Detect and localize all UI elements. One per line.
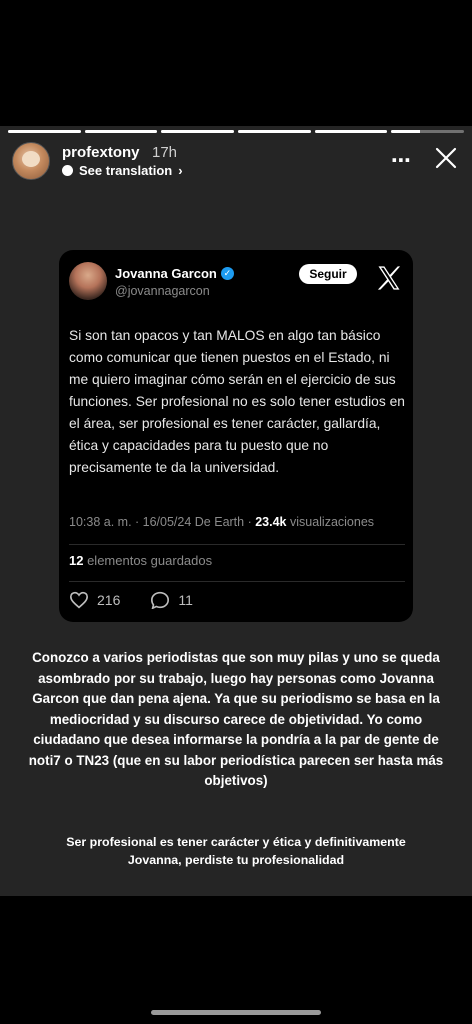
- tweet-author[interactable]: Jovanna Garcon ✓: [115, 266, 234, 281]
- tweet-text: Si son tan opacos y tan MALOS en algo ta…: [69, 328, 405, 475]
- tweet-saved-label: elementos guardados: [83, 553, 213, 568]
- username[interactable]: profextony: [62, 144, 140, 161]
- tweet-author-handle: @jovannagarcon: [115, 284, 210, 298]
- close-icon[interactable]: [434, 146, 458, 170]
- more-options-icon[interactable]: ⋯: [391, 148, 412, 173]
- x-logo-icon: [377, 266, 401, 290]
- tweet-timestamp: 10:38 a. m. · 16/05/24 De Earth ·: [69, 515, 256, 529]
- story-progress-fill: [238, 130, 311, 133]
- reply-count: 11: [178, 592, 193, 608]
- story-progress-segment: [161, 130, 235, 133]
- story-progress-segment: [84, 130, 158, 133]
- story-caption: Conozco a varios periodistas que son muy…: [28, 650, 444, 788]
- divider: [69, 544, 405, 545]
- tweet-actions: 216 11: [69, 591, 193, 609]
- reply-icon[interactable]: [150, 591, 170, 609]
- story-progress-fill: [391, 130, 421, 133]
- tweet-card[interactable]: Jovanna Garcon ✓ @jovannagarcon Seguir S…: [59, 250, 413, 622]
- globe-icon: [62, 165, 73, 176]
- avatar[interactable]: [12, 142, 50, 180]
- story-progress-segment: [8, 130, 81, 133]
- divider: [69, 581, 405, 582]
- follow-button[interactable]: Seguir: [299, 264, 357, 284]
- tweet-author-avatar[interactable]: [69, 262, 107, 300]
- tweet-author-name: Jovanna Garcon: [115, 266, 217, 281]
- story-progress-fill: [161, 130, 235, 133]
- tweet-meta: 10:38 a. m. · 16/05/24 De Earth · 23.4k …: [69, 515, 374, 529]
- story-progress-segment: [314, 130, 388, 133]
- verified-badge-icon: ✓: [220, 267, 234, 280]
- see-translation-label: See translation: [79, 163, 173, 178]
- home-indicator[interactable]: [151, 1010, 321, 1015]
- story-progress-segment: [238, 130, 311, 133]
- story-header: profextony 17h See translation › ⋯: [12, 142, 464, 182]
- post-time: 17h: [152, 144, 178, 161]
- heart-icon[interactable]: [69, 591, 89, 609]
- chevron-right-icon: ›: [178, 163, 183, 178]
- see-translation-button[interactable]: See translation ›: [62, 163, 183, 178]
- tweet-saved-count: 12: [69, 553, 84, 568]
- tweet-views-label: visualizaciones: [286, 515, 375, 529]
- story-progress-fill: [84, 130, 158, 133]
- story-progress-bar: [8, 130, 465, 133]
- like-count: 216: [97, 592, 121, 608]
- story-progress-segment: [391, 130, 465, 133]
- story-progress-fill: [314, 130, 388, 133]
- story-caption-secondary: Ser profesional es tener carácter y étic…: [66, 835, 406, 867]
- story-progress-fill: [8, 130, 81, 133]
- tweet-saved[interactable]: 12 elementos guardados: [69, 553, 212, 568]
- tweet-views-count: 23.4k: [255, 515, 287, 529]
